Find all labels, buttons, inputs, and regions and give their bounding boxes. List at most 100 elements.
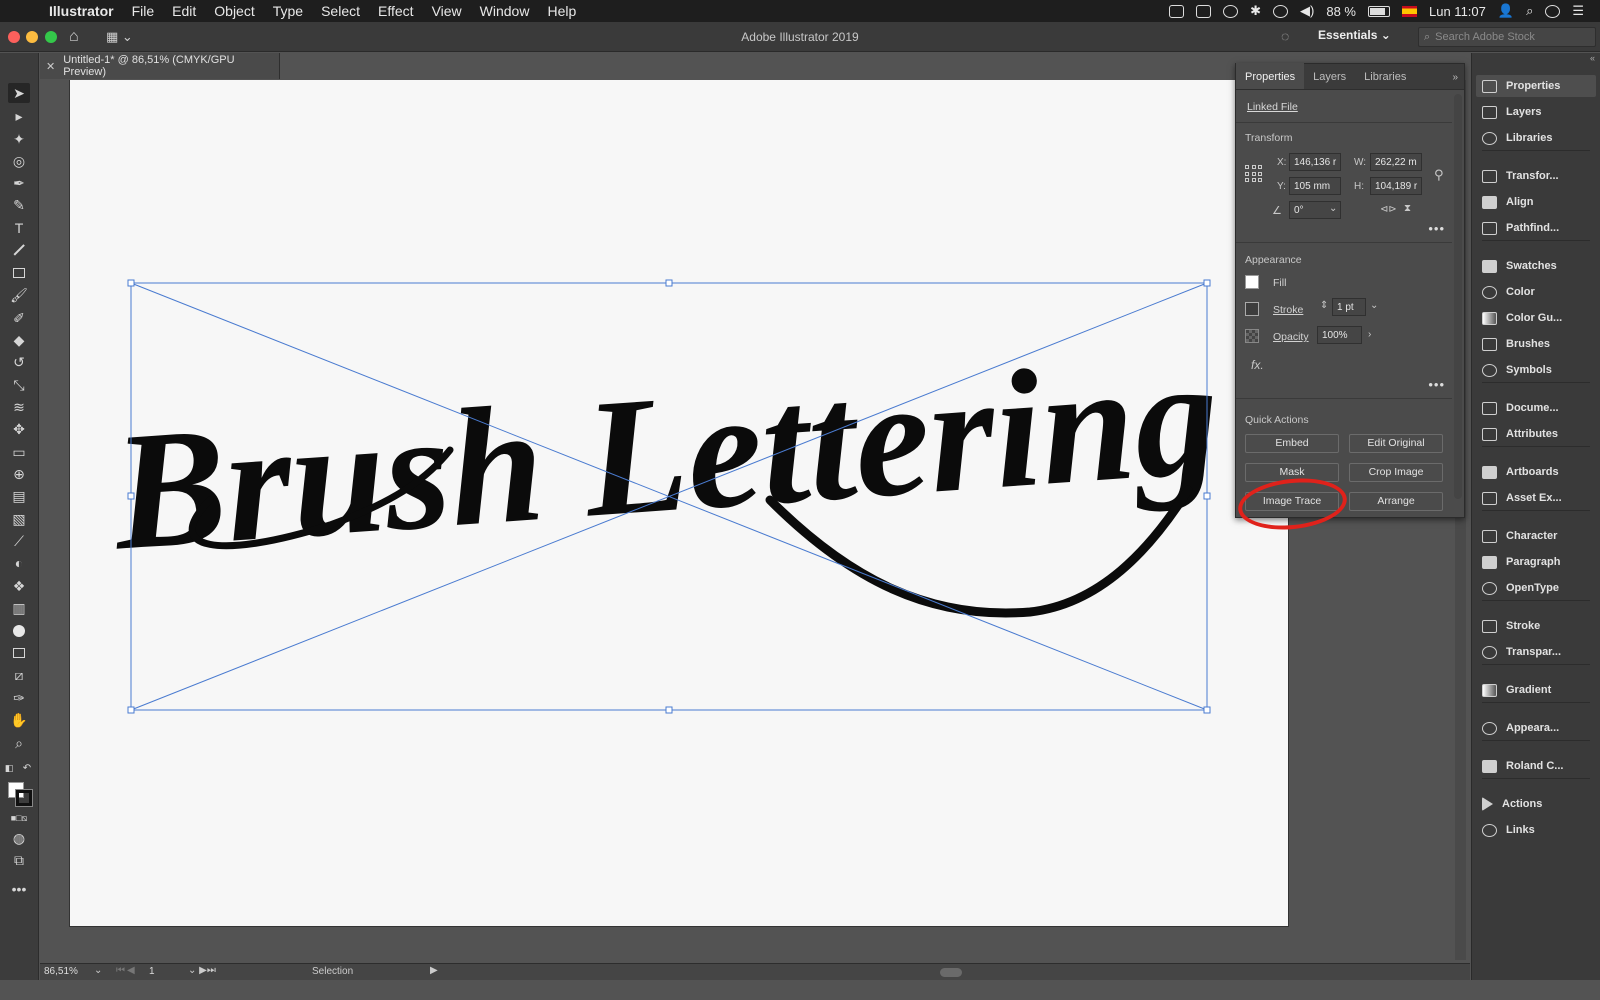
artboard[interactable]: Brush Lettering bbox=[70, 80, 1288, 926]
dock-item-attributes[interactable]: Attributes bbox=[1476, 423, 1596, 445]
angle-dropdown-icon[interactable]: ⌄ bbox=[1329, 203, 1337, 214]
dock-item-pathfinder[interactable]: Pathfind... bbox=[1476, 217, 1596, 239]
window-zoom-button[interactable] bbox=[45, 31, 57, 43]
pen-tool-icon[interactable]: ✒ bbox=[8, 173, 30, 193]
draw-mode-icon[interactable]: ◍ bbox=[8, 828, 30, 848]
dock-item-align[interactable]: Align bbox=[1476, 191, 1596, 213]
flip-horizontal-icon[interactable]: ⊲⊳ bbox=[1380, 204, 1397, 215]
blend-tool-icon[interactable]: ◐ bbox=[8, 553, 30, 573]
lasso-tool-icon[interactable]: ◎ bbox=[8, 151, 30, 171]
color-mode-icons[interactable]: ■□⧅ bbox=[8, 808, 30, 828]
spanish-flag-icon[interactable] bbox=[1402, 5, 1417, 17]
eyedropper-alt-tool-icon[interactable]: ✑ bbox=[8, 688, 30, 708]
dock-item-transform[interactable]: Transfor... bbox=[1476, 165, 1596, 187]
spotlight-search-icon[interactable]: ⌕ bbox=[1526, 3, 1533, 19]
linked-file-link[interactable]: Linked File bbox=[1247, 101, 1298, 113]
horizontal-scroll-thumb[interactable] bbox=[940, 968, 962, 977]
fill-color-swatch[interactable] bbox=[1245, 275, 1259, 289]
default-colors-icon[interactable]: ◧ bbox=[2, 758, 16, 778]
tab-layers[interactable]: Layers bbox=[1304, 63, 1355, 89]
dock-item-brushes[interactable]: Brushes bbox=[1476, 333, 1596, 355]
dock-collapse-icon[interactable]: « bbox=[1472, 53, 1600, 65]
rectangle-tool-icon[interactable] bbox=[8, 263, 30, 283]
menu-select[interactable]: Select bbox=[312, 3, 369, 19]
x-position-field[interactable]: 146,136 r bbox=[1289, 153, 1341, 171]
dock-item-links[interactable]: Links bbox=[1476, 819, 1596, 841]
airplay-icon[interactable] bbox=[1273, 4, 1289, 18]
menu-effect[interactable]: Effect bbox=[369, 3, 423, 19]
artboard-nav-first-prev-icons[interactable]: ⏮◀ bbox=[116, 965, 137, 976]
time-machine-icon[interactable] bbox=[1223, 4, 1239, 18]
slice-tool-icon[interactable]: ⧄ bbox=[8, 665, 30, 685]
siri-icon[interactable] bbox=[1545, 4, 1561, 18]
horizontal-scrollbar[interactable] bbox=[450, 968, 1450, 977]
stroke-swatch[interactable] bbox=[15, 789, 33, 807]
zoom-dropdown-icon[interactable]: ⌄ bbox=[94, 965, 102, 976]
menu-object[interactable]: Object bbox=[205, 3, 263, 19]
stroke-weight-stepper-icon[interactable]: ⇕ bbox=[1320, 300, 1328, 311]
shape-builder-tool-icon[interactable]: ⊕ bbox=[8, 464, 30, 484]
appearance-more-options-icon[interactable]: ••• bbox=[1428, 377, 1445, 392]
volume-icon[interactable]: ◀) bbox=[1300, 3, 1314, 19]
artboard-number-field[interactable]: 1 bbox=[149, 966, 155, 977]
dock-item-actions[interactable]: Actions bbox=[1476, 793, 1596, 815]
dock-item-document-info[interactable]: Docume... bbox=[1476, 397, 1596, 419]
edit-toolbar-icon[interactable]: ••• bbox=[8, 879, 30, 899]
rotate-tool-icon[interactable]: ↺ bbox=[8, 352, 30, 372]
status-menu-icon[interactable]: ▶ bbox=[430, 965, 438, 976]
warp-tool-icon[interactable]: ≋ bbox=[8, 397, 30, 417]
menu-file[interactable]: File bbox=[123, 3, 164, 19]
direct-selection-tool-icon[interactable]: ▸ bbox=[8, 106, 30, 126]
shaper-tool-icon[interactable]: ✐ bbox=[8, 308, 30, 328]
opacity-field[interactable]: 100% bbox=[1317, 326, 1362, 344]
perspective-grid-tool-icon[interactable]: ▤ bbox=[8, 486, 30, 506]
stock-search-input[interactable] bbox=[1435, 31, 1586, 43]
window-minimize-button[interactable] bbox=[26, 31, 38, 43]
collapse-panel-icon[interactable]: » bbox=[1452, 72, 1458, 83]
menu-window[interactable]: Window bbox=[471, 3, 539, 19]
dock-item-gradient[interactable]: Gradient bbox=[1476, 679, 1596, 701]
linked-image-artwork[interactable]: Brush Lettering bbox=[70, 80, 1288, 926]
transform-more-options-icon[interactable]: ••• bbox=[1428, 221, 1445, 236]
window-close-button[interactable] bbox=[8, 31, 20, 43]
dock-item-stroke[interactable]: Stroke bbox=[1476, 615, 1596, 637]
edit-original-button[interactable]: Edit Original bbox=[1349, 434, 1443, 453]
artboard-tool-icon[interactable] bbox=[8, 643, 30, 663]
symbol-sprayer-tool-icon[interactable]: ❖ bbox=[8, 576, 30, 596]
spaces-icon[interactable] bbox=[1196, 4, 1212, 18]
magic-wand-tool-icon[interactable]: ✦ bbox=[8, 129, 30, 149]
dock-item-color[interactable]: Color bbox=[1476, 281, 1596, 303]
dock-item-properties[interactable]: Properties bbox=[1476, 75, 1596, 97]
swap-colors-icon[interactable]: ↶ bbox=[20, 758, 34, 778]
dock-item-opentype[interactable]: OpenType bbox=[1476, 577, 1596, 599]
lightbulb-icon[interactable]: ◌ bbox=[1281, 28, 1289, 44]
properties-scrollbar[interactable] bbox=[1454, 94, 1462, 499]
column-graph-tool-icon[interactable]: ▥ bbox=[8, 598, 30, 618]
creative-cloud-icon[interactable] bbox=[1169, 4, 1185, 18]
curvature-tool-icon[interactable]: ✎ bbox=[8, 195, 30, 215]
workspace-switcher[interactable]: Essentials ⌄ bbox=[1318, 28, 1391, 42]
fill-stroke-swatches[interactable] bbox=[8, 782, 34, 808]
ellipse-tool-icon[interactable] bbox=[8, 621, 30, 641]
free-transform-tool-icon[interactable]: ▭ bbox=[8, 442, 30, 462]
zoom-level-field[interactable]: 86,51% bbox=[44, 966, 92, 977]
selection-tool-icon[interactable]: ➤ bbox=[8, 83, 30, 103]
dock-item-roland-cutstudio[interactable]: Roland C... bbox=[1476, 755, 1596, 777]
bluetooth-icon[interactable]: ✱ bbox=[1250, 3, 1261, 19]
artboard-nav-next-last-icons[interactable]: ⌄ ▶⏭ bbox=[188, 965, 216, 976]
dock-item-layers[interactable]: Layers bbox=[1476, 101, 1596, 123]
y-position-field[interactable]: 105 mm bbox=[1289, 177, 1341, 195]
eyedropper-tool-icon[interactable]: ⟋ bbox=[8, 531, 30, 551]
stroke-weight-field[interactable]: 1 pt bbox=[1332, 298, 1366, 316]
opacity-label[interactable]: Opacity bbox=[1273, 331, 1309, 343]
dock-item-symbols[interactable]: Symbols bbox=[1476, 359, 1596, 381]
clock[interactable]: Lun 11:07 bbox=[1429, 4, 1486, 19]
menu-view[interactable]: View bbox=[423, 3, 471, 19]
dock-item-artboards[interactable]: Artboards bbox=[1476, 461, 1596, 483]
dock-item-character[interactable]: Character bbox=[1476, 525, 1596, 547]
flip-vertical-icon[interactable]: ⧗ bbox=[1404, 203, 1411, 214]
image-trace-button[interactable]: Image Trace bbox=[1245, 492, 1339, 511]
scale-tool-icon[interactable]: ⤡ bbox=[8, 375, 30, 395]
type-tool-icon[interactable]: T bbox=[8, 218, 30, 238]
dock-item-libraries[interactable]: Libraries bbox=[1476, 127, 1596, 149]
